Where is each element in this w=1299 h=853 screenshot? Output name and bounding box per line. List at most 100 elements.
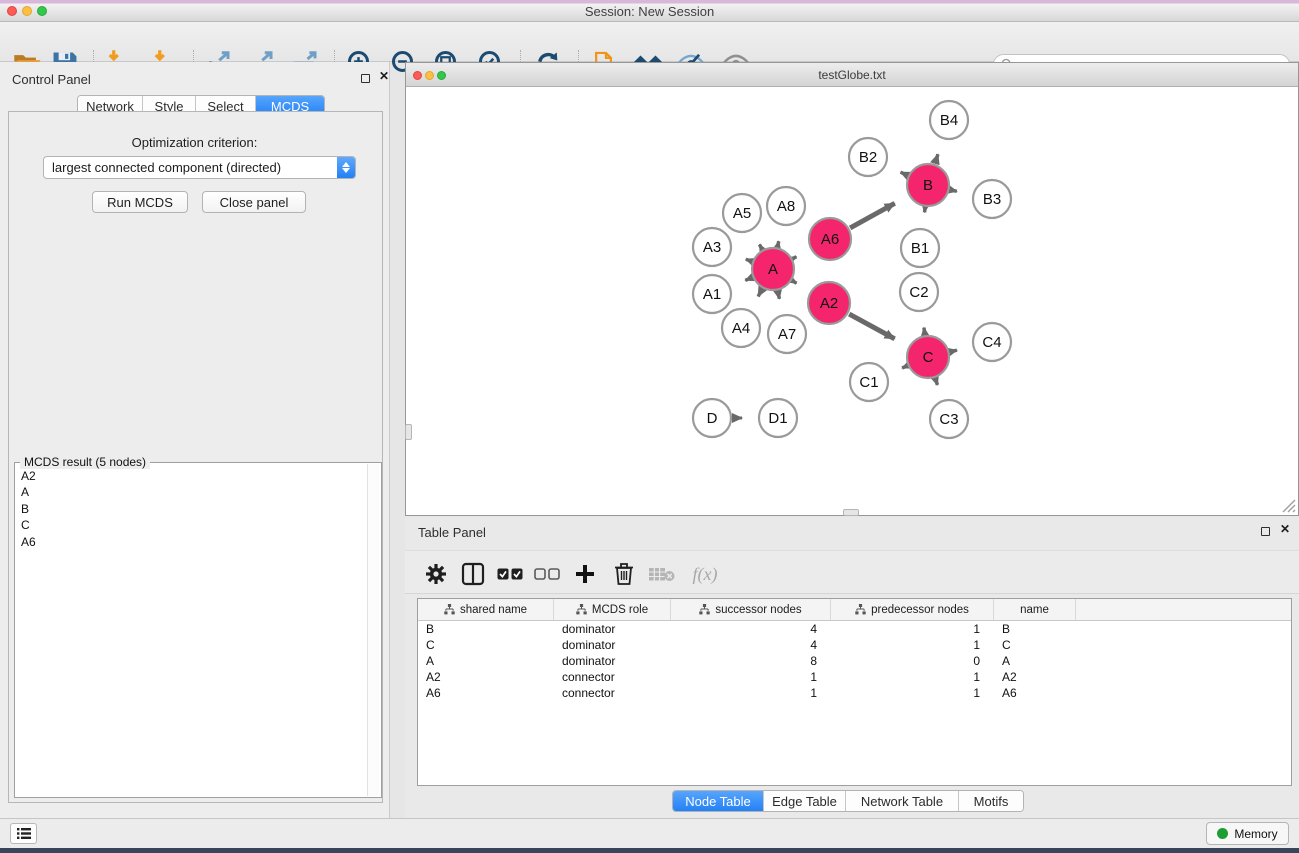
status-bar: Memory <box>0 818 1299 848</box>
table-cell: A2 <box>994 670 1076 684</box>
table-row[interactable]: Cdominator41C <box>418 637 1291 653</box>
edge-A-A2[interactable] <box>793 281 797 283</box>
result-list-item[interactable]: A6 <box>21 534 367 550</box>
unselect-all-columns-button[interactable] <box>531 559 563 589</box>
table-row[interactable]: A6connector11A6 <box>418 685 1291 701</box>
result-list-item[interactable]: A <box>21 484 367 500</box>
delete-table-icon <box>649 566 675 582</box>
edge-A-A6[interactable] <box>793 257 796 259</box>
mcds-result-groupbox: A2ABCA6 <box>14 462 382 798</box>
network-window-titlebar[interactable]: testGlobe.txt <box>406 63 1298 87</box>
column-header-label: name <box>1020 604 1049 616</box>
table-cell: C <box>994 638 1076 652</box>
tab-network-table[interactable]: Network Table <box>846 791 959 811</box>
delete-column-button[interactable] <box>608 559 640 589</box>
column-header-name[interactable]: name <box>994 599 1076 620</box>
bottom-splitter-gripper[interactable] <box>843 509 859 516</box>
table-panel-tabs: Node TableEdge TableNetwork TableMotifs <box>672 790 1024 812</box>
criterion-dropdown[interactable]: largest connected component (directed) <box>43 156 356 179</box>
table-cell: 1 <box>831 686 994 700</box>
table-row[interactable]: A2connector11A2 <box>418 669 1291 685</box>
dropdown-stepper-icon <box>337 157 355 178</box>
mcds-result-title: MCDS result (5 nodes) <box>20 455 150 469</box>
edge-A6-B[interactable] <box>850 203 895 228</box>
column-header-predecessor-nodes[interactable]: predecessor nodes <box>831 599 994 620</box>
edge-A-A5[interactable] <box>759 244 761 248</box>
edge-A-A8[interactable] <box>778 241 779 246</box>
float-panel-icon[interactable] <box>361 74 370 83</box>
run-mcds-button[interactable]: Run MCDS <box>92 191 188 213</box>
result-list-scrollbar[interactable] <box>367 464 380 796</box>
add-column-button[interactable] <box>569 559 601 589</box>
left-splitter-gripper[interactable] <box>405 424 412 440</box>
edge-B-B1[interactable] <box>925 208 926 212</box>
shared-column-icon <box>699 604 710 615</box>
memory-button[interactable]: Memory <box>1206 822 1289 845</box>
table-cell: 1 <box>831 622 994 636</box>
result-list-item[interactable]: B <box>21 501 367 517</box>
edge-A2-C[interactable] <box>849 314 894 339</box>
column-header-successor-nodes[interactable]: successor nodes <box>671 599 831 620</box>
memory-label: Memory <box>1234 827 1277 841</box>
table-row[interactable]: Adominator80A <box>418 653 1291 669</box>
edge-C-C4[interactable] <box>950 350 957 352</box>
column-header-label: MCDS role <box>592 604 648 616</box>
task-history-button[interactable] <box>10 823 37 844</box>
network-canvas[interactable]: AA1A2A3A4A5A6A7A8BB1B2B3B4CC1C2C3C4DD1 <box>407 88 1297 514</box>
network-graph[interactable]: AA1A2A3A4A5A6A7A8BB1B2B3B4CC1C2C3C4DD1 <box>407 88 1299 516</box>
edge-C-C3[interactable] <box>935 379 937 385</box>
edge-A-A7[interactable] <box>778 291 780 298</box>
column-header-label: predecessor nodes <box>871 604 969 616</box>
result-list-item[interactable]: C <box>21 517 367 533</box>
close-panel-icon[interactable]: ✕ <box>379 72 389 81</box>
mcds-result-list[interactable]: A2ABCA6 <box>16 464 367 796</box>
result-list-item[interactable]: A2 <box>21 468 367 484</box>
criterion-value: largest connected component (directed) <box>44 160 337 175</box>
table-cell: dominator <box>554 654 671 668</box>
edge-A-A4[interactable] <box>758 289 762 296</box>
table-cell: 1 <box>831 638 994 652</box>
fx-icon: f(x) <box>693 564 718 585</box>
node-label-C3: C3 <box>939 411 958 428</box>
resize-grip-icon[interactable] <box>1277 494 1297 514</box>
edge-B-B4[interactable] <box>935 154 938 163</box>
main-titlebar: Session: New Session <box>0 0 1299 22</box>
memory-status-icon <box>1217 828 1228 839</box>
column-header-MCDS-role[interactable]: MCDS role <box>554 599 671 620</box>
node-label-A5: A5 <box>733 205 751 222</box>
network-view-window: testGlobe.txt AA1A2A3A4A5A6A7A8BB1B2B3B4… <box>405 62 1299 516</box>
node-label-A8: A8 <box>777 198 795 215</box>
table-close-icon[interactable]: ✕ <box>1280 525 1290 534</box>
delete-table-button[interactable] <box>646 559 678 589</box>
edge-B-B2[interactable] <box>901 172 908 175</box>
close-panel-button[interactable]: Close panel <box>202 191 306 213</box>
table-cell: connector <box>554 686 671 700</box>
node-label-D: D <box>707 410 718 427</box>
table-float-icon[interactable] <box>1261 527 1270 536</box>
table-body: Bdominator41BCdominator41CAdominator80AA… <box>418 621 1291 700</box>
function-builder-button[interactable]: f(x) <box>685 559 725 589</box>
node-table[interactable]: shared name MCDS role successor nodes prede… <box>417 598 1292 786</box>
edge-A-A3[interactable] <box>746 259 751 261</box>
column-header-shared-name[interactable]: shared name <box>418 599 554 620</box>
edge-C-C1[interactable] <box>902 366 907 368</box>
select-all-columns-button[interactable] <box>494 559 526 589</box>
edge-A-A1[interactable] <box>745 278 751 281</box>
node-label-D1: D1 <box>768 410 787 427</box>
edge-B-B3[interactable] <box>950 190 956 191</box>
show-column-button[interactable] <box>457 559 489 589</box>
checked-boxes-icon <box>497 568 523 580</box>
tab-node-table[interactable]: Node Table <box>673 791 764 811</box>
table-cell: 4 <box>671 638 831 652</box>
node-label-A6: A6 <box>821 231 839 248</box>
optimization-criterion-label: Optimization criterion: <box>0 135 389 150</box>
table-cell: 1 <box>831 670 994 684</box>
table-settings-button[interactable] <box>420 559 452 589</box>
tab-motifs[interactable]: Motifs <box>959 791 1023 811</box>
table-cell: 4 <box>671 622 831 636</box>
tab-edge-table[interactable]: Edge Table <box>764 791 846 811</box>
edge-C-C2[interactable] <box>924 328 925 335</box>
table-row[interactable]: Bdominator41B <box>418 621 1291 637</box>
trash-icon <box>614 562 634 586</box>
table-cell: dominator <box>554 622 671 636</box>
